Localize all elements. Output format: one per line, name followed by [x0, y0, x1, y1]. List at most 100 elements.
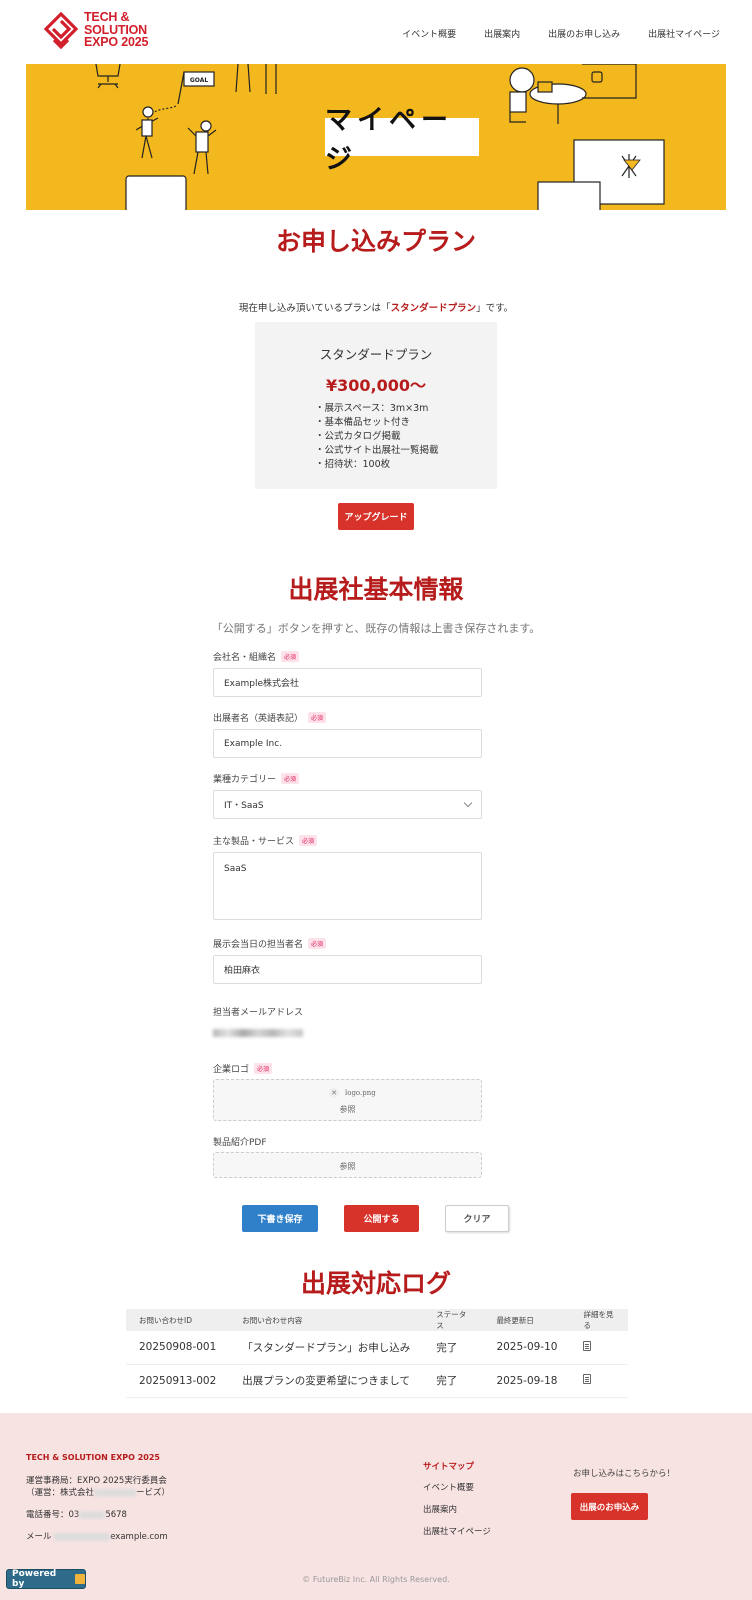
- uploaded-file-chip: ✕ logo.png: [329, 1088, 376, 1098]
- industry-category-label: 業種カテゴリー 必須: [213, 772, 300, 785]
- footer-link-exhibit-guide[interactable]: 出展案内: [423, 1503, 457, 1515]
- logo-browse-link[interactable]: 参照: [214, 1104, 481, 1115]
- logo-text: TECH & SOLUTION EXPO 2025: [84, 10, 149, 49]
- footer-link-exhibitor-mypage[interactable]: 出展社マイページ: [423, 1525, 491, 1537]
- footer-office-suffix: ービズ）: [136, 1488, 171, 1498]
- powered-by-text: Powered by: [12, 1569, 57, 1589]
- column-header-content: お問い合わせ内容: [229, 1309, 424, 1331]
- powered-by-badge[interactable]: Powered by: [6, 1569, 86, 1589]
- pdf-browse-link[interactable]: 参照: [214, 1161, 481, 1172]
- required-badge: 必須: [299, 835, 318, 846]
- logo-mark-icon: [44, 12, 78, 50]
- products-label-text: 主な製品・サービス: [213, 837, 295, 847]
- contact-email-label: 担当者メールアドレス: [213, 1005, 303, 1018]
- inquiry-content: 「スタンダードプラン」お申し込み: [229, 1331, 424, 1365]
- footer-office-line1: 運営事務局：EXPO 2025実行委員会: [26, 1476, 167, 1486]
- contact-person-label-text: 展示会当日の担当者名: [213, 940, 304, 950]
- company-name-label: 会社名・組織名 必須: [213, 650, 300, 663]
- nav-item-exhibit-guide[interactable]: 出展案内: [484, 27, 520, 40]
- nav-item-exhibit-application[interactable]: 出展のお申し込み: [548, 27, 620, 40]
- plan-note-highlight: スタンダードプラン: [390, 303, 477, 314]
- contact-person-input[interactable]: 柏田麻衣: [213, 955, 482, 984]
- inquiry-log-table: お問い合わせID お問い合わせ内容 ステータス 最終更新日 詳細を見る 2025…: [126, 1309, 628, 1398]
- nav-item-exhibitor-mypage[interactable]: 出展社マイページ: [648, 27, 720, 40]
- publish-button[interactable]: 公開する: [344, 1205, 419, 1232]
- plan-note-prefix: 現在申し込み頂いているプランは「: [238, 303, 391, 314]
- plan-note-suffix: 」です。: [476, 303, 514, 314]
- overwrite-note: 「公開する」ボタンを押すと、既存の情報は上書き保存されます。: [211, 622, 541, 635]
- goal-sign-text: GOAL: [190, 77, 209, 84]
- footer-phone: 電話番号：03 5678: [26, 1509, 127, 1521]
- plan-feature: ・公式カタログ掲載: [315, 431, 401, 442]
- footer-link-event-overview[interactable]: イベント概要: [423, 1481, 474, 1493]
- plan-feature: ・展示スペース：3m×3m: [315, 403, 429, 414]
- plan-feature: ・公式サイト出展社一覧掲載: [315, 445, 439, 456]
- plan-feature: ・基本備品セット付き: [315, 417, 411, 428]
- contact-email-label-text: 担当者メールアドレス: [213, 1008, 304, 1018]
- column-header-updated: 最終更新日: [483, 1309, 571, 1331]
- footer-sitemap-title: サイトマップ: [423, 1462, 475, 1472]
- industry-category-label-text: 業種カテゴリー: [213, 775, 277, 785]
- redacted-text: [94, 1488, 137, 1497]
- required-badge: 必須: [281, 773, 300, 784]
- pdf-dropzone[interactable]: 参照: [213, 1152, 482, 1178]
- remove-file-icon[interactable]: ✕: [329, 1088, 339, 1098]
- footer-apply-button[interactable]: 出展のお申込み: [571, 1493, 648, 1520]
- upgrade-button[interactable]: アップグレード: [338, 503, 414, 530]
- contact-person-label: 展示会当日の担当者名 必須: [213, 937, 327, 950]
- details-cell: [570, 1364, 628, 1398]
- inquiry-updated: 2025-09-18: [483, 1364, 571, 1398]
- table-row: 20250908-001 「スタンダードプラン」お申し込み 完了 2025-09…: [126, 1331, 628, 1365]
- box-logo-icon: [75, 1574, 85, 1584]
- document-icon[interactable]: [583, 1374, 592, 1384]
- plan-section-title: お申し込みプラン: [275, 227, 476, 256]
- industry-category-select[interactable]: IT・SaaS: [213, 790, 482, 819]
- required-badge: 必須: [308, 712, 327, 723]
- chevron-down-icon: [463, 798, 473, 808]
- document-icon[interactable]: [583, 1340, 592, 1351]
- footer-phone-prefix: 電話番号：03: [26, 1510, 80, 1520]
- footer-phone-suffix: 5678: [105, 1510, 127, 1520]
- required-badge: 必須: [308, 938, 327, 949]
- footer-mail: メール example.com: [26, 1531, 168, 1543]
- plan-feature: ・招待状：100枚: [315, 459, 391, 470]
- company-name-input[interactable]: Example株式会社: [213, 668, 482, 697]
- exhibitor-en-input[interactable]: Example Inc.: [213, 729, 482, 758]
- industry-category-value: IT・SaaS: [224, 801, 264, 811]
- contact-email-redacted: [213, 1029, 303, 1037]
- save-draft-button[interactable]: 下書き保存: [242, 1205, 318, 1232]
- footer-brand: TECH & SOLUTION EXPO 2025: [26, 1453, 160, 1462]
- plan-price: ¥300,000〜: [325, 376, 426, 395]
- product-pdf-label-text: 製品紹介PDF: [213, 1138, 267, 1148]
- footer-mail-suffix: example.com: [110, 1532, 168, 1542]
- company-name-label-text: 会社名・組織名: [213, 653, 277, 663]
- inquiry-status: 完了: [423, 1331, 484, 1365]
- inquiry-id: 20250908-001: [126, 1331, 230, 1365]
- uploaded-file-name: logo.png: [345, 1089, 376, 1097]
- clear-button[interactable]: クリア: [445, 1205, 509, 1232]
- products-label: 主な製品・サービス 必須: [213, 834, 318, 847]
- company-logo-label-text: 企業ロゴ: [213, 1065, 250, 1075]
- nav-item-event-overview[interactable]: イベント概要: [402, 27, 456, 40]
- site-header: TECH & SOLUTION EXPO 2025 イベント概要 出展案内 出展…: [0, 0, 752, 64]
- products-textarea[interactable]: SaaS: [213, 852, 482, 920]
- footer-mail-prefix: メール: [26, 1532, 52, 1542]
- exhibitor-section-title: 出展社基本情報: [288, 575, 464, 604]
- footer-office-line2: （運営：株式会社 ービズ）: [26, 1487, 170, 1499]
- current-plan-note: 現在申し込み頂いているプランは「スタンダードプラン」です。: [0, 300, 752, 314]
- log-section-title: 出展対応ログ: [300, 1269, 451, 1298]
- table-row: 20250913-002 出展プランの変更希望につきまして 完了 2025-09…: [126, 1364, 628, 1398]
- site-logo[interactable]: TECH & SOLUTION EXPO 2025: [44, 10, 164, 52]
- plan-card: スタンダードプラン ¥300,000〜 ・展示スペース：3m×3m ・基本備品セ…: [255, 322, 497, 489]
- column-header-id: お問い合わせID: [126, 1309, 230, 1331]
- logo-dropzone[interactable]: ✕ logo.png 参照: [213, 1079, 482, 1121]
- inquiry-id: 20250913-002: [126, 1364, 230, 1398]
- site-footer: TECH & SOLUTION EXPO 2025 運営事務局：EXPO 202…: [0, 1413, 752, 1600]
- table-header-row: お問い合わせID お問い合わせ内容 ステータス 最終更新日 詳細を見る: [126, 1309, 628, 1331]
- product-pdf-label: 製品紹介PDF: [213, 1135, 267, 1148]
- footer-office-prefix: （運営：株式会社: [26, 1488, 95, 1498]
- plan-feature-list: ・展示スペース：3m×3m ・基本備品セット付き ・公式カタログ掲載 ・公式サイ…: [315, 402, 439, 472]
- required-badge: 必須: [281, 651, 300, 662]
- company-logo-label: 企業ロゴ 必須: [213, 1062, 273, 1075]
- column-header-status: ステータス: [423, 1309, 484, 1331]
